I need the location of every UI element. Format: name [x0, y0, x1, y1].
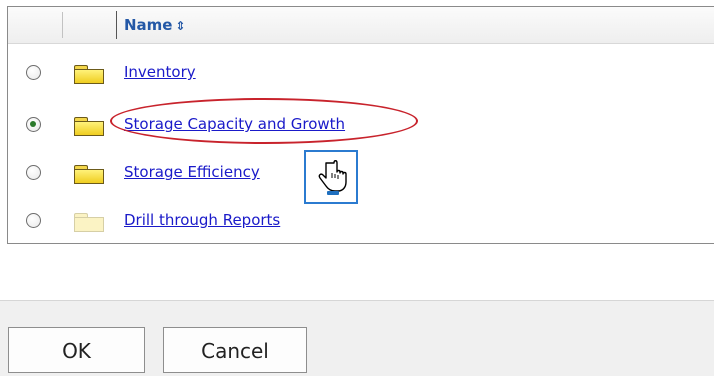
- ok-button[interactable]: OK: [8, 327, 145, 373]
- report-link-storage-capacity[interactable]: Storage Capacity and Growth: [124, 115, 345, 133]
- table-row: Storage Efficiency: [8, 149, 714, 197]
- name-column-header[interactable]: Name ⇕: [124, 16, 186, 34]
- row-radio-button[interactable]: [26, 213, 41, 228]
- folder-icon: [74, 213, 104, 232]
- sort-icon: ⇕: [175, 19, 186, 33]
- report-link-storage-efficiency[interactable]: Storage Efficiency: [124, 163, 260, 181]
- cancel-button[interactable]: Cancel: [163, 327, 307, 373]
- table-header: Name ⇕: [8, 7, 714, 44]
- folder-table: Name ⇕ Inventory Storage Capacity and Gro…: [7, 6, 714, 244]
- report-link-drill-through[interactable]: Drill through Reports: [124, 211, 280, 229]
- dialog-footer: OK Cancel: [0, 300, 714, 376]
- row-radio-button[interactable]: [26, 65, 41, 80]
- folder-icon: [74, 165, 104, 184]
- report-link-inventory[interactable]: Inventory: [124, 63, 196, 81]
- name-header-label: Name: [124, 16, 173, 34]
- header-divider: [116, 11, 117, 39]
- table-row: Storage Capacity and Growth: [8, 101, 714, 149]
- hand-pointer-icon: [304, 150, 358, 204]
- row-radio-button-selected[interactable]: [26, 117, 41, 132]
- header-divider: [62, 12, 63, 38]
- folder-icon: [74, 65, 104, 84]
- row-radio-button[interactable]: [26, 165, 41, 180]
- table-row: Drill through Reports: [8, 197, 714, 245]
- folder-icon: [74, 117, 104, 136]
- table-row: Inventory: [8, 49, 714, 97]
